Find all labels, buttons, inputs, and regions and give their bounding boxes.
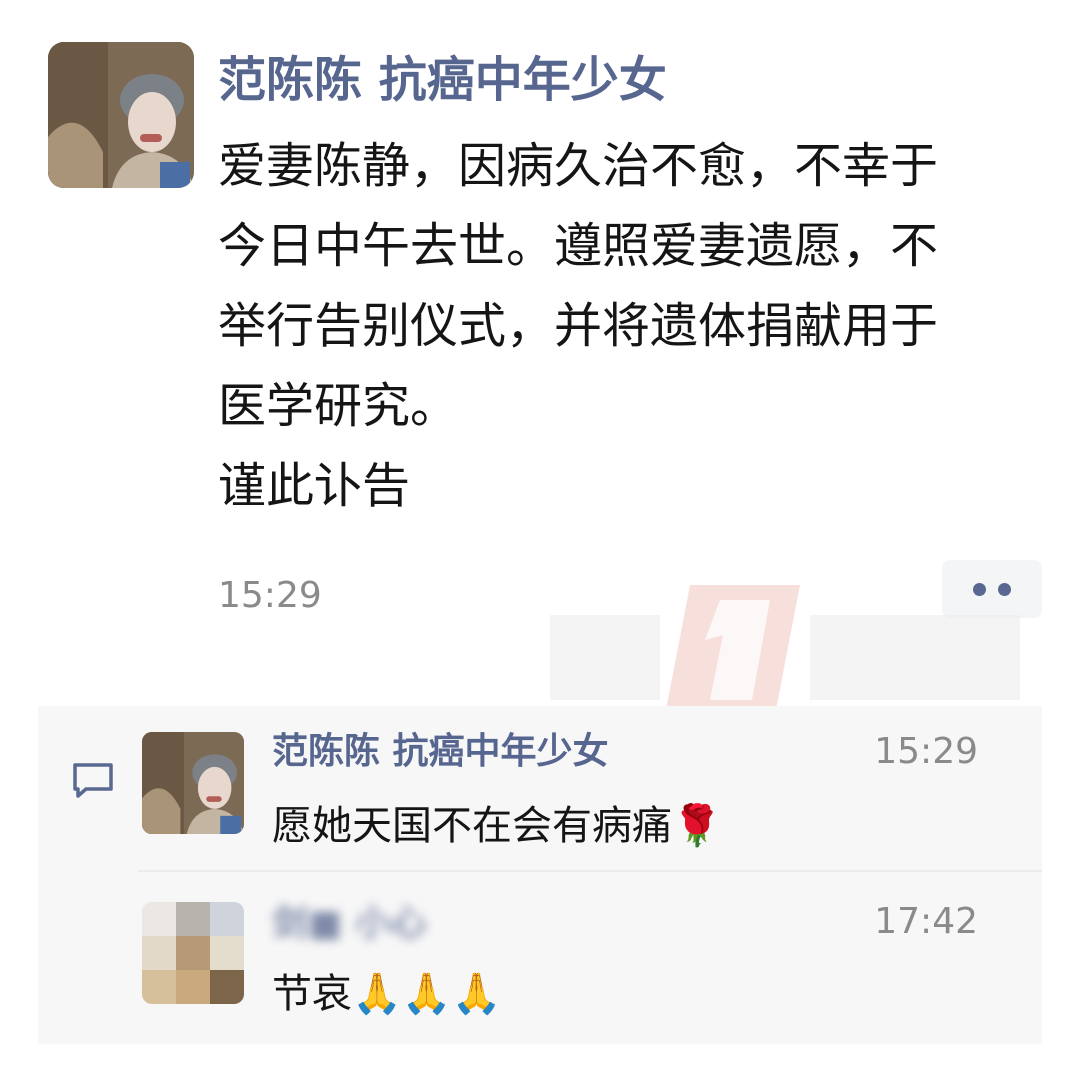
post-timestamp: 15:29 — [218, 575, 322, 616]
comment-text: 节哀🙏🙏🙏 — [272, 971, 502, 1017]
comment-section: 范陈陈 抗癌中年少女 15:29 愿她天国不在会有病痛🌹 剑■ 小心 17:42… — [38, 706, 1042, 1044]
more-dots-icon — [973, 582, 986, 596]
comment-text: 愿她天国不在会有病痛🌹 — [272, 803, 722, 849]
blurred-avatar-image — [142, 902, 244, 1004]
author-name[interactable]: 范陈陈 抗癌中年少女 — [218, 48, 667, 112]
commenter-name[interactable]: 范陈陈 抗癌中年少女 — [272, 728, 609, 776]
commenter-name-blurred[interactable]: 剑■ 小心 — [272, 900, 427, 948]
comment-divider — [138, 870, 1042, 872]
moments-post-page: 范陈陈 抗癌中年少女 爱妻陈静，因病久治不愈，不幸于 今日中午去世。遵照爱妻遗愿… — [0, 0, 1080, 1080]
comment-timestamp: 15:29 — [874, 731, 978, 772]
post-content: 爱妻陈静，因病久治不愈，不幸于 今日中午去世。遵照爱妻遗愿，不 举行告别仪式，并… — [218, 126, 1038, 526]
avatar-photo — [48, 42, 194, 188]
post-line: 谨此讣告 — [218, 458, 411, 514]
more-dots-icon — [998, 582, 1011, 596]
comment-bubble-icon — [73, 763, 113, 798]
commenter-avatar[interactable] — [142, 732, 244, 834]
more-options-button[interactable] — [942, 560, 1042, 618]
commenter-avatar-blurred[interactable] — [142, 902, 244, 1004]
comment-timestamp: 17:42 — [874, 901, 978, 942]
post-line: 举行告别仪式，并将遗体捐献用于 — [218, 298, 939, 354]
post-line: 医学研究。 — [218, 378, 459, 434]
post-line: 爱妻陈静，因病久治不愈，不幸于 — [218, 138, 939, 194]
post-line: 今日中午去世。遵照爱妻遗愿，不 — [218, 218, 939, 274]
avatar-photo — [142, 732, 244, 834]
author-avatar[interactable] — [48, 42, 194, 188]
